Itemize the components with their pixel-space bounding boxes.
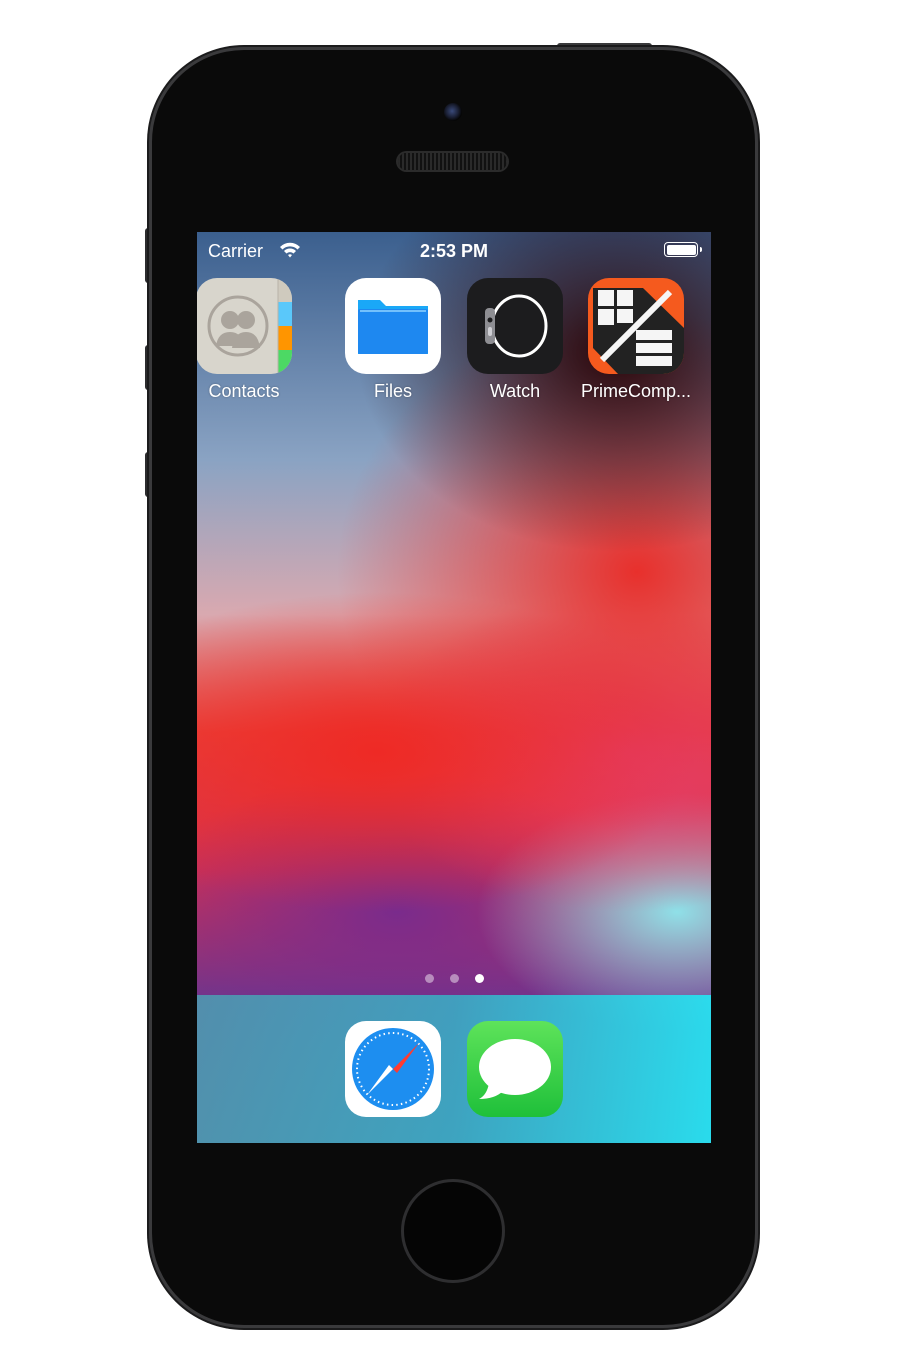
dock — [197, 995, 711, 1143]
messages-bubble-icon — [467, 1021, 563, 1117]
page-dot-current[interactable] — [474, 974, 484, 983]
status-bar: Carrier 2:53 PM — [197, 232, 711, 268]
app-primecomp[interactable]: PrimeComp... — [576, 278, 696, 402]
apple-watch-icon — [467, 278, 563, 374]
page-dot[interactable] — [449, 974, 459, 983]
dock-app-safari[interactable] — [333, 1021, 453, 1117]
app-label: Files — [373, 381, 412, 401]
front-camera — [444, 103, 462, 121]
app-label: Watch — [489, 381, 541, 401]
app-contacts[interactable]: Contacts — [197, 278, 304, 402]
files-folder-icon — [345, 278, 441, 374]
dock-app-messages[interactable] — [455, 1021, 575, 1117]
home-button[interactable] — [401, 1179, 505, 1283]
earpiece-speaker — [398, 153, 507, 170]
clock: 2:53 PM — [419, 241, 489, 261]
home-screen: Carrier 2:53 PM Contacts Files Watch Pri… — [197, 232, 711, 1143]
app-label: PrimeComp... — [580, 381, 692, 401]
battery-icon — [664, 242, 702, 257]
primecomp-icon — [588, 278, 684, 374]
app-watch[interactable]: Watch — [455, 278, 575, 402]
contacts-icon — [197, 278, 292, 374]
app-label: Contacts — [208, 381, 280, 401]
safari-compass-icon — [345, 1021, 441, 1117]
app-files[interactable]: Files — [333, 278, 453, 402]
page-dot[interactable] — [424, 974, 434, 983]
page-indicator[interactable] — [197, 970, 711, 988]
